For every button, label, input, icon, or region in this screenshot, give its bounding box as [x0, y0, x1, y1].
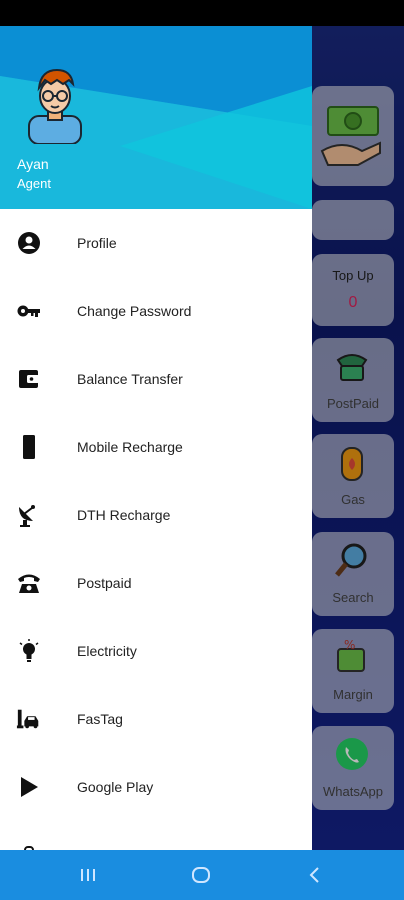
user-name: Ayan [17, 156, 49, 172]
lock-icon [16, 842, 42, 850]
system-navigation-bar [0, 850, 404, 900]
menu-item-electricity[interactable]: Electricity [0, 617, 312, 685]
play-icon [16, 774, 42, 800]
menu-item-google-play[interactable]: Google Play [0, 753, 312, 821]
navigation-drawer: Ayan Agent Profile Change Password Balan… [0, 26, 312, 850]
menu-item-fastag[interactable]: FasTag [0, 685, 312, 753]
user-role: Agent [17, 176, 51, 191]
mobile-phone-icon [16, 434, 42, 460]
menu-item-change-password[interactable]: Change Password [0, 277, 312, 345]
satellite-dish-icon [16, 502, 42, 528]
menu-item-label: Change Password [77, 303, 192, 319]
user-avatar[interactable] [24, 66, 86, 144]
fastag-car-icon [16, 706, 42, 732]
menu-item-label: Postpaid [77, 575, 132, 591]
telephone-icon [16, 570, 42, 596]
menu-item-label: Balance Transfer [77, 371, 183, 387]
menu-item-balance-transfer[interactable]: Balance Transfer [0, 345, 312, 413]
back-icon[interactable] [302, 862, 328, 888]
drawer-menu: Profile Change Password Balance Transfer… [0, 209, 312, 850]
lightbulb-icon [16, 638, 42, 664]
menu-item-postpaid[interactable]: Postpaid [0, 549, 312, 617]
menu-item-dth-recharge[interactable]: DTH Recharge [0, 481, 312, 549]
drawer-header: Ayan Agent [0, 26, 312, 209]
menu-item-label: Profile [77, 235, 117, 251]
account-circle-icon [16, 230, 42, 256]
menu-item-label: FasTag [77, 711, 123, 727]
menu-item-label: Electricity [77, 643, 137, 659]
key-icon [16, 298, 42, 324]
status-bar [0, 0, 404, 26]
menu-item-label: Mobile Recharge [77, 439, 183, 455]
menu-item-mobile-recharge[interactable]: Mobile Recharge [0, 413, 312, 481]
menu-item-partial[interactable] [0, 821, 312, 850]
menu-item-profile[interactable]: Profile [0, 209, 312, 277]
home-icon[interactable] [188, 862, 214, 888]
menu-item-label: DTH Recharge [77, 507, 171, 523]
wallet-icon [16, 366, 42, 392]
menu-item-label: Google Play [77, 779, 154, 795]
recent-apps-icon[interactable] [75, 862, 101, 888]
